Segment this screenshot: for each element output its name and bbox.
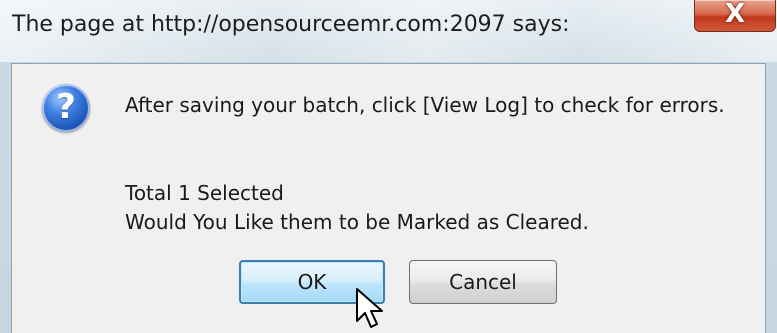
close-icon: X bbox=[724, 0, 746, 29]
title-bar[interactable]: The page at http://opensourceemr.com:209… bbox=[0, 0, 777, 62]
cancel-button[interactable]: Cancel bbox=[409, 260, 557, 304]
question-icon: ? bbox=[42, 84, 90, 132]
dialog-title: The page at http://opensourceemr.com:209… bbox=[12, 12, 570, 37]
dialog-window: The page at http://opensourceemr.com:209… bbox=[0, 0, 777, 333]
dialog-content: ? After saving your batch, click [View L… bbox=[11, 63, 766, 333]
message-line-3: Would You Like them to be Marked as Clea… bbox=[125, 210, 589, 234]
message-line-1: After saving your batch, click [View Log… bbox=[125, 93, 725, 117]
mouse-pointer-icon bbox=[356, 288, 383, 328]
close-button[interactable]: X bbox=[694, 0, 776, 32]
message-line-2: Total 1 Selected bbox=[125, 181, 284, 205]
